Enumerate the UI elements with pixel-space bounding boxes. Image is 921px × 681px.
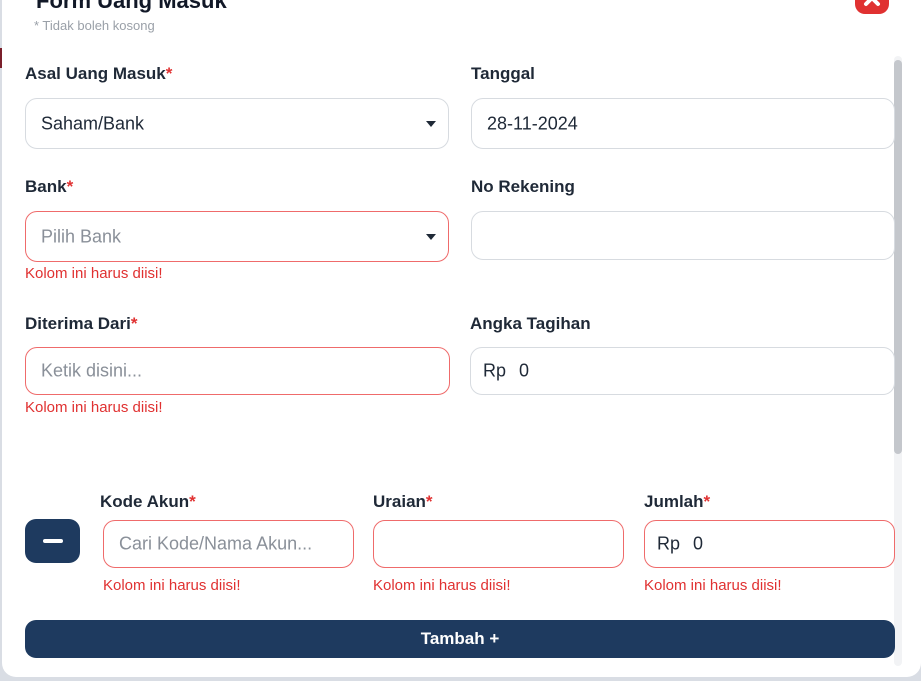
kode-akun-label-text: Kode Akun — [100, 492, 190, 511]
bank-label-text: Bank — [25, 177, 67, 196]
jumlah-value: 0 — [693, 533, 704, 554]
add-row-button[interactable]: Tambah + — [25, 620, 895, 658]
uraian-label-text: Uraian — [373, 492, 426, 511]
uraian-label: Uraian* — [373, 492, 433, 512]
bank-label: Bank* — [25, 177, 73, 197]
chevron-down-icon — [426, 233, 436, 240]
scrollbar[interactable] — [894, 56, 902, 666]
scrollbar-thumb[interactable] — [894, 60, 902, 454]
close-button[interactable] — [855, 0, 889, 14]
diterima-dari-placeholder: Ketik disini... — [41, 360, 143, 381]
bank-placeholder: Pilih Bank — [41, 226, 122, 246]
kode-akun-error: Kolom ini harus diisi! — [103, 577, 241, 594]
asal-uang-masuk-value: Saham/Bank — [41, 113, 145, 133]
diterima-dari-input[interactable]: Ketik disini... — [25, 347, 450, 395]
currency-prefix: Rp — [483, 360, 507, 381]
angka-tagihan-value: 0 — [519, 360, 530, 381]
bank-select[interactable]: Pilih Bank — [25, 211, 449, 262]
jumlah-label: Jumlah* — [644, 492, 710, 512]
required-marker: * — [703, 492, 711, 511]
required-marker: * — [66, 177, 74, 196]
modal-title: Form Uang Masuk — [36, 0, 227, 13]
diterima-dari-label: Diterima Dari* — [25, 314, 137, 334]
angka-tagihan-label: Angka Tagihan — [470, 314, 591, 333]
currency-prefix: Rp — [657, 533, 681, 554]
uraian-input[interactable] — [373, 520, 624, 568]
chevron-down-icon — [426, 120, 436, 127]
diterima-dari-error: Kolom ini harus diisi! — [25, 399, 163, 416]
minus-icon — [43, 539, 63, 543]
kode-akun-label: Kode Akun* — [100, 492, 196, 512]
tanggal-label: Tanggal — [471, 64, 535, 83]
uraian-error: Kolom ini harus diisi! — [373, 577, 511, 594]
asal-uang-masuk-label-text: Asal Uang Masuk — [25, 64, 166, 83]
close-icon — [864, 0, 880, 6]
required-marker: * — [425, 492, 433, 511]
tanggal-field[interactable]: 28-11-2024 — [471, 98, 895, 149]
kode-akun-input[interactable]: Cari Kode/Nama Akun... — [103, 520, 354, 568]
jumlah-error: Kolom ini harus diisi! — [644, 577, 782, 594]
no-rekening-label: No Rekening — [471, 177, 575, 196]
asal-uang-masuk-label: Asal Uang Masuk* — [25, 64, 172, 84]
asal-uang-masuk-select[interactable]: Saham/Bank — [25, 98, 449, 149]
jumlah-label-text: Jumlah — [644, 492, 704, 511]
kode-akun-placeholder: Cari Kode/Nama Akun... — [119, 533, 313, 554]
required-note: * Tidak boleh kosong — [34, 18, 155, 33]
diterima-dari-label-text: Diterima Dari — [25, 314, 131, 333]
jumlah-input[interactable]: Rp 0 — [644, 520, 895, 568]
tanggal-value: 28-11-2024 — [487, 113, 578, 133]
required-marker: * — [165, 64, 173, 83]
angka-tagihan-field[interactable]: Rp 0 — [470, 347, 895, 395]
required-marker: * — [189, 492, 196, 511]
form-modal: Form Uang Masuk * Tidak boleh kosong Asa… — [2, 0, 921, 677]
remove-row-button[interactable] — [25, 519, 80, 563]
bank-error: Kolom ini harus diisi! — [25, 265, 163, 282]
no-rekening-field[interactable] — [471, 211, 895, 260]
required-marker: * — [130, 314, 138, 333]
